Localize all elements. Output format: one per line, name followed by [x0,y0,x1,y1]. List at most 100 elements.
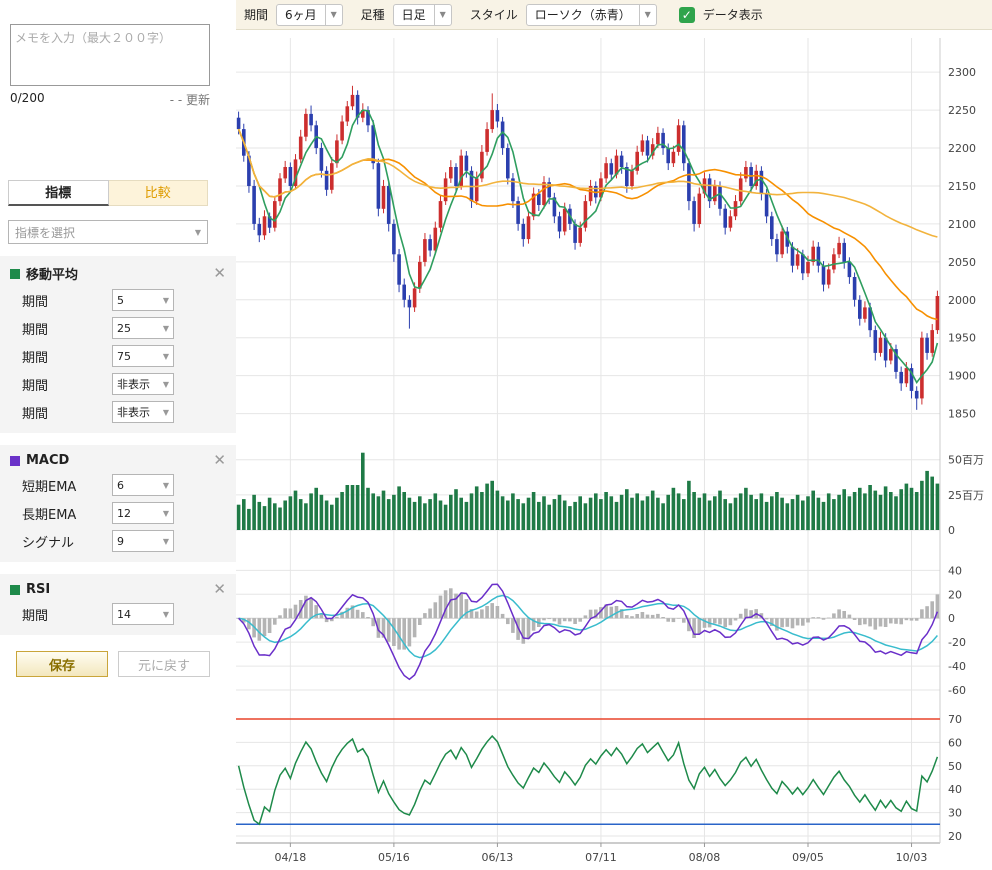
reset-button[interactable]: 元に戻す [118,651,210,677]
stock-chart-canvas[interactable]: 2300225022002150210020502000195019001850… [236,30,992,870]
svg-text:20: 20 [948,588,962,601]
section-header: MACD ✕ [10,453,226,468]
ma-period-row-3: 期間 75▼ [10,345,226,367]
style-dropdown[interactable]: ローソク（赤青） ▼ [526,4,657,26]
close-icon[interactable]: ✕ [213,582,226,597]
ma-period-5-select[interactable]: 非表示▼ [112,401,174,423]
svg-text:2100: 2100 [948,218,976,231]
svg-text:2250: 2250 [948,104,976,117]
section-title: RSI [26,582,50,597]
chevron-down-icon: ▼ [195,228,201,237]
chevron-down-icon: ▼ [163,408,169,417]
svg-text:0: 0 [948,524,955,537]
ma-period-row-4: 期間 非表示▼ [10,373,226,395]
chevron-down-icon: ▼ [163,537,169,546]
svg-text:06/13: 06/13 [482,851,514,864]
macd-signal-select[interactable]: 9▼ [112,530,174,552]
svg-text:07/11: 07/11 [585,851,617,864]
svg-text:60: 60 [948,736,962,749]
chevron-down-icon: ▼ [639,5,656,25]
svg-text:2000: 2000 [948,294,976,307]
purple-square-icon [10,456,20,466]
svg-text:10/03: 10/03 [896,851,928,864]
chevron-down-icon: ▼ [163,610,169,619]
chart-toolbar: 期間 6ヶ月 ▼ 足種 日足 ▼ スタイル ローソク（赤青） ▼ ✓ データ表示 [236,0,992,30]
svg-text:2150: 2150 [948,180,976,193]
section-header: 移動平均 ✕ [10,264,226,283]
macd-short-ema-row: 短期EMA 6▼ [10,474,226,496]
style-label: スタイル [470,6,518,23]
bar-type-label: 足種 [361,6,385,23]
rsi-period-select[interactable]: 14▼ [112,603,174,625]
svg-text:40: 40 [948,564,962,577]
svg-text:05/16: 05/16 [378,851,410,864]
sidebar-tabs: 指標 比較 [8,180,208,206]
svg-text:50: 50 [948,760,962,773]
macd-short-ema-select[interactable]: 6▼ [112,474,174,496]
svg-text:50百万: 50百万 [948,454,984,467]
macd-long-ema-select[interactable]: 12▼ [112,502,174,524]
data-display-checkbox[interactable]: ✓ [679,7,695,23]
svg-text:30: 30 [948,807,962,820]
ma-period-4-select[interactable]: 非表示▼ [112,373,174,395]
chevron-down-icon: ▼ [434,5,451,25]
close-icon[interactable]: ✕ [213,266,226,281]
ma-period-1-select[interactable]: 5▼ [112,289,174,311]
svg-text:2200: 2200 [948,142,976,155]
chevron-down-icon: ▼ [163,509,169,518]
chevron-down-icon: ▼ [163,352,169,361]
indicator-sidebar: 0/200 - - 更新 指標 比較 指標を選択 ▼ 移動平均 ✕ 期間 5▼ … [0,0,236,870]
macd-signal-row: シグナル 9▼ [10,530,226,552]
svg-text:08/08: 08/08 [689,851,721,864]
ma-period-row-5: 期間 非表示▼ [10,401,226,423]
svg-text:09/05: 09/05 [792,851,824,864]
ma-period-row-1: 期間 5▼ [10,289,226,311]
indicator-select-placeholder: 指標を選択 [15,224,75,241]
svg-text:25百万: 25百万 [948,489,984,502]
memo-counter: 0/200 [10,91,45,108]
bar-type-dropdown[interactable]: 日足 ▼ [393,4,452,26]
period-dropdown[interactable]: 6ヶ月 ▼ [276,4,343,26]
svg-text:40: 40 [948,783,962,796]
memo-updated-text: - - 更新 [170,91,210,108]
memo-input[interactable] [10,24,210,86]
close-icon[interactable]: ✕ [213,453,226,468]
section-moving-average: 移動平均 ✕ 期間 5▼ 期間 25▼ 期間 75▼ 期間 非表示▼ [0,256,236,433]
bar-type-dropdown-value: 日足 [394,5,434,25]
indicator-select[interactable]: 指標を選択 ▼ [8,220,208,244]
svg-text:-20: -20 [948,636,966,649]
data-display-label: データ表示 [703,6,763,23]
svg-text:0: 0 [948,612,955,625]
section-rsi: RSI ✕ 期間 14▼ [0,574,236,635]
tab-compare[interactable]: 比較 [109,180,209,206]
sidebar-buttons: 保存 元に戻す [16,651,236,677]
macd-long-ema-row: 長期EMA 12▼ [10,502,226,524]
tab-indicators[interactable]: 指標 [8,180,109,206]
green-square-icon [10,585,20,595]
section-title: 移動平均 [26,264,78,283]
chevron-down-icon: ▼ [163,324,169,333]
section-header: RSI ✕ [10,582,226,597]
style-dropdown-value: ローソク（赤青） [527,5,639,25]
chart-region: 期間 6ヶ月 ▼ 足種 日足 ▼ スタイル ローソク（赤青） ▼ ✓ データ表示… [236,0,992,870]
svg-text:-40: -40 [948,660,966,673]
section-title: MACD [26,453,69,468]
rsi-period-row: 期間 14▼ [10,603,226,625]
svg-text:1850: 1850 [948,408,976,421]
svg-text:-60: -60 [948,684,966,697]
ma-period-3-select[interactable]: 75▼ [112,345,174,367]
svg-text:1950: 1950 [948,332,976,345]
chevron-down-icon: ▼ [325,5,342,25]
svg-text:2300: 2300 [948,66,976,79]
green-square-icon [10,269,20,279]
ma-period-row-2: 期間 25▼ [10,317,226,339]
svg-text:20: 20 [948,830,962,843]
chevron-down-icon: ▼ [163,481,169,490]
svg-text:70: 70 [948,713,962,726]
chevron-down-icon: ▼ [163,296,169,305]
save-button[interactable]: 保存 [16,651,108,677]
svg-text:04/18: 04/18 [275,851,307,864]
memo-status-row: 0/200 - - 更新 [10,91,210,108]
ma-period-2-select[interactable]: 25▼ [112,317,174,339]
section-macd: MACD ✕ 短期EMA 6▼ 長期EMA 12▼ シグナル 9▼ [0,445,236,562]
